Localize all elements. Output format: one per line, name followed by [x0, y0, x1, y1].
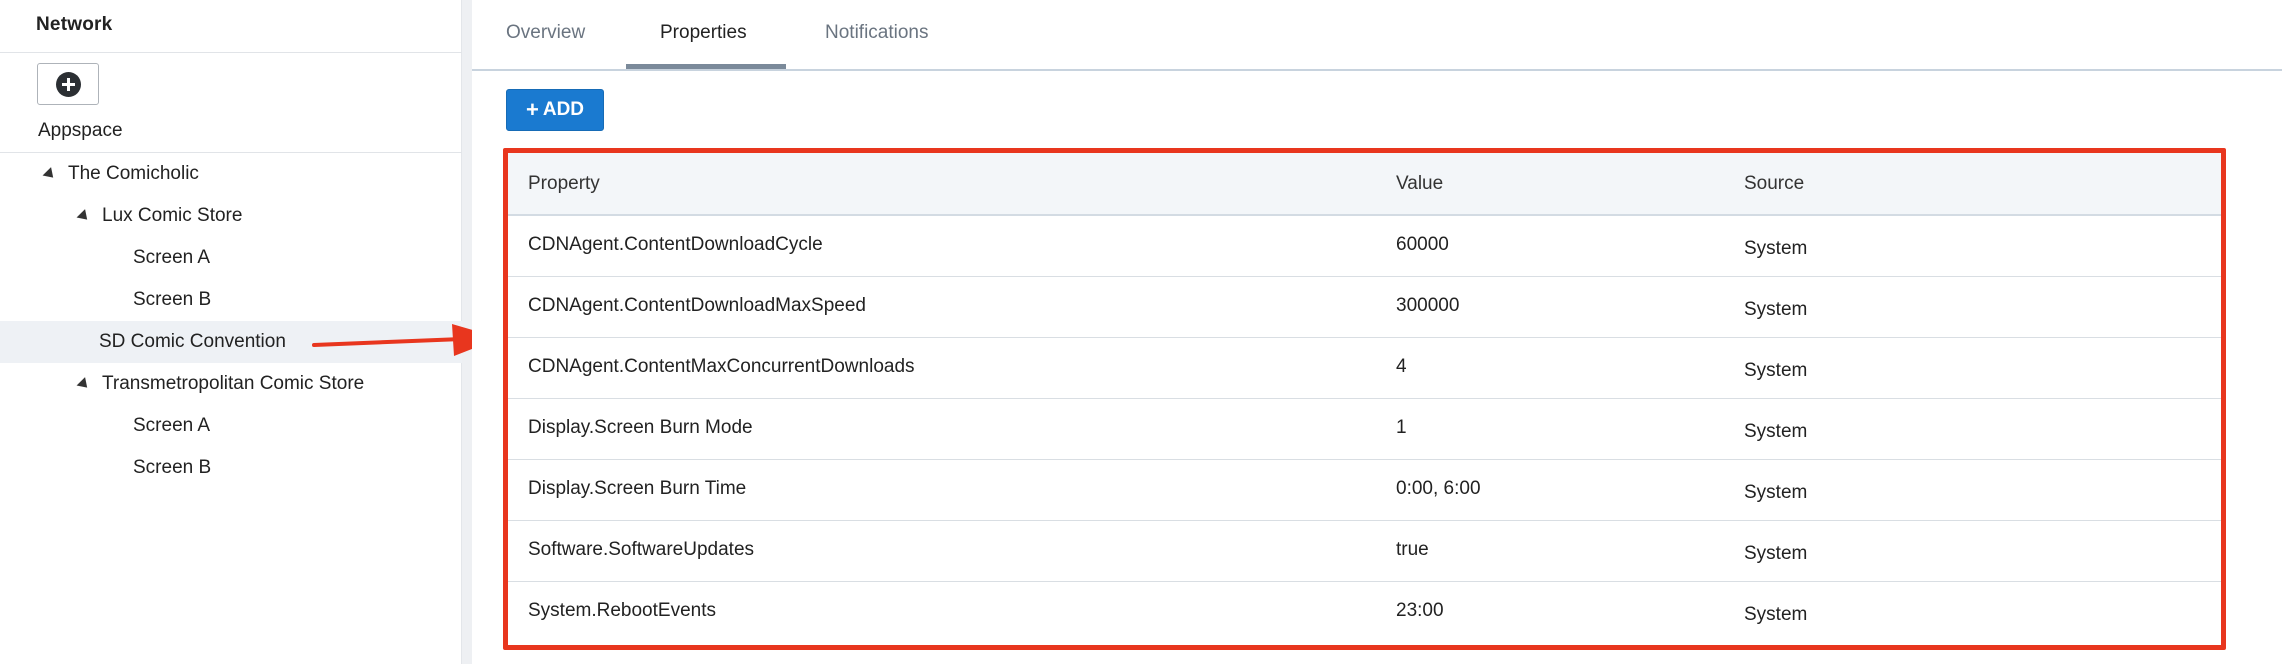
tree-node[interactable]: The Comicholic [0, 153, 462, 195]
cell-value: true [1396, 539, 1429, 560]
tree-node-label: Screen B [133, 457, 212, 478]
cell-source: System [1744, 238, 1808, 259]
appspace-label: Appspace [38, 120, 123, 141]
sidebar-divider [0, 52, 462, 53]
tree-node-label: Screen B [133, 289, 212, 310]
tree-node[interactable]: Lux Comic Store [0, 195, 462, 237]
cell-source: System [1744, 482, 1808, 503]
tab-bar: Overview Properties Notifications [472, 0, 2282, 71]
cell-value: 60000 [1396, 234, 1449, 255]
properties-table: Property Value Source CDNAgent.ContentDo… [503, 148, 2226, 650]
cell-property: CDNAgent.ContentDownloadCycle [528, 234, 823, 255]
table-row[interactable]: CDNAgent.ContentMaxConcurrentDownloads 4 S… [508, 338, 2221, 399]
header-source[interactable]: Source [1744, 173, 1804, 195]
tree-node-label: Screen A [133, 247, 211, 268]
cell-value: 300000 [1396, 295, 1460, 316]
tree-node[interactable]: Screen A [0, 237, 462, 279]
header-property[interactable]: Property [528, 173, 600, 195]
tab-overview[interactable]: Overview [506, 22, 585, 44]
tab-properties[interactable]: Properties [660, 22, 747, 44]
plus-icon: + [525, 97, 539, 122]
cell-property: Display.Screen Burn Mode [528, 417, 753, 438]
active-tab-indicator [626, 64, 786, 69]
table-header: Property Value Source [508, 153, 2221, 216]
table-row[interactable]: Display.Screen Burn Time 0:00, 6:00 System [508, 460, 2221, 521]
tree-node[interactable]: Screen B [0, 447, 462, 489]
tree-node-label: Lux Comic Store [102, 205, 243, 226]
main-panel: Overview Properties Notifications + ADD … [472, 0, 2282, 664]
cell-property: Software.SoftwareUpdates [528, 539, 755, 560]
cell-value: 1 [1396, 417, 1407, 438]
cell-source: System [1744, 360, 1808, 381]
triangle-down-icon[interactable] [76, 208, 92, 224]
plus-circle-icon [55, 71, 81, 97]
add-button-label: ADD [542, 99, 585, 120]
tree-node-label: SD Comic Convention [99, 331, 286, 352]
cell-property: CDNAgent.ContentDownloadMaxSpeed [528, 295, 866, 316]
triangle-down-icon[interactable] [42, 166, 58, 182]
tree-node[interactable]: Screen B [0, 279, 462, 321]
header-value[interactable]: Value [1396, 173, 1443, 195]
tree-node[interactable]: Screen A [0, 405, 462, 447]
table-row[interactable]: Display.Screen Burn Mode 1 System [508, 399, 2221, 460]
tree-node[interactable]: Transmetropolitan Comic Store [0, 363, 462, 405]
cell-value: 0:00, 6:00 [1396, 478, 1481, 499]
tree-node-label: The Comicholic [68, 163, 199, 184]
add-node-button[interactable] [37, 63, 99, 105]
cell-property: CDNAgent.ContentMaxConcurrentDownloads [528, 356, 915, 377]
cell-source: System [1744, 421, 1808, 442]
table-row[interactable]: CDNAgent.ContentDownloadMaxSpeed 300000 Sy… [508, 277, 2221, 338]
table-row[interactable]: Software.SoftwareUpdates true System [508, 521, 2221, 582]
triangle-down-icon[interactable] [76, 376, 92, 392]
table-row[interactable]: CDNAgent.ContentDownloadCycle 60000 System [508, 216, 2221, 277]
tree-node-label: Screen A [133, 415, 211, 436]
cell-source: System [1744, 543, 1808, 564]
cell-value: 4 [1396, 356, 1407, 377]
table-row[interactable]: System.RebootEvents 23:00 System [508, 582, 2221, 643]
tree-node-label: Transmetropolitan Comic Store [102, 373, 365, 394]
cell-property: Display.Screen Burn Time [528, 478, 747, 499]
cell-source: System [1744, 604, 1808, 625]
add-property-button[interactable]: + ADD [506, 89, 604, 131]
tab-notifications[interactable]: Notifications [825, 22, 929, 44]
sidebar-title: Network [36, 14, 113, 35]
cell-property: System.RebootEvents [528, 600, 716, 621]
cell-source: System [1744, 299, 1808, 320]
cell-value: 23:00 [1396, 600, 1444, 621]
